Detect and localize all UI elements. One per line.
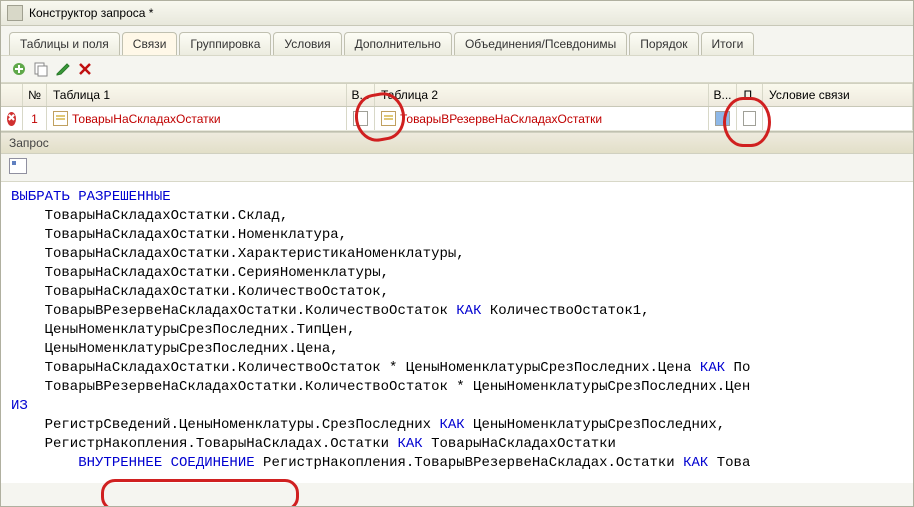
tab-0[interactable]: Таблицы и поля: [9, 32, 120, 55]
col-num: №: [23, 84, 47, 106]
add-button[interactable]: [11, 61, 27, 77]
p-checkbox[interactable]: [743, 111, 756, 126]
tab-5[interactable]: Объединения/Псевдонимы: [454, 32, 627, 55]
query-view-icon[interactable]: [9, 158, 27, 174]
row-condition[interactable]: [763, 107, 913, 130]
tab-3[interactable]: Условия: [273, 32, 341, 55]
all2-checkbox[interactable]: [715, 111, 730, 126]
table-icon: [381, 111, 396, 126]
query-section-header: Запрос: [1, 132, 913, 154]
col-table2: Таблица 2: [375, 84, 709, 106]
grid-header: № Таблица 1 В... Таблица 2 В... П. Услов…: [1, 83, 913, 107]
window-title: Конструктор запроса *: [29, 6, 153, 20]
links-grid: № Таблица 1 В... Таблица 2 В... П. Услов…: [1, 83, 913, 132]
tab-1[interactable]: Связи: [122, 32, 178, 55]
annotation-circle-3: [101, 479, 299, 507]
tab-2[interactable]: Группировка: [179, 32, 271, 55]
col-all1: В...: [347, 84, 375, 106]
tab-7[interactable]: Итоги: [701, 32, 755, 55]
table-row[interactable]: ✖ 1ТоварыНаСкладахОстатки ТоварыВРезервеНа…: [1, 107, 913, 131]
titlebar: Конструктор запроса *: [1, 1, 913, 26]
col-marker: [1, 84, 23, 106]
col-condition: Условие связи: [763, 84, 913, 106]
tab-4[interactable]: Дополнительно: [344, 32, 452, 55]
window-icon: [7, 5, 23, 21]
col-table1: Таблица 1: [47, 84, 347, 106]
row-table1[interactable]: ТоварыНаСкладахОстатки: [47, 107, 347, 130]
query-builder-window: Конструктор запроса * Таблицы и поляСвяз…: [0, 0, 914, 507]
col-all2: В...: [709, 84, 737, 106]
tab-6[interactable]: Порядок: [629, 32, 698, 55]
delete-button[interactable]: [77, 61, 93, 77]
table-icon: [53, 111, 68, 126]
edit-button[interactable]: [55, 61, 71, 77]
query-subtoolbar: [1, 154, 913, 182]
query-text: ВЫБРАТЬ РАЗРЕШЕННЫЕ ТоварыНаСкладахОстат…: [1, 182, 913, 483]
col-p: П.: [737, 84, 763, 106]
copy-button[interactable]: [33, 61, 49, 77]
row-table2[interactable]: ТоварыВРезервеНаСкладахОстатки: [375, 107, 709, 130]
error-icon: ✖: [7, 112, 16, 126]
all1-checkbox[interactable]: [353, 111, 368, 126]
toolbar: [1, 55, 913, 83]
row-num: 1: [23, 107, 47, 130]
tab-strip: Таблицы и поляСвязиГруппировкаУсловияДоп…: [1, 26, 913, 55]
